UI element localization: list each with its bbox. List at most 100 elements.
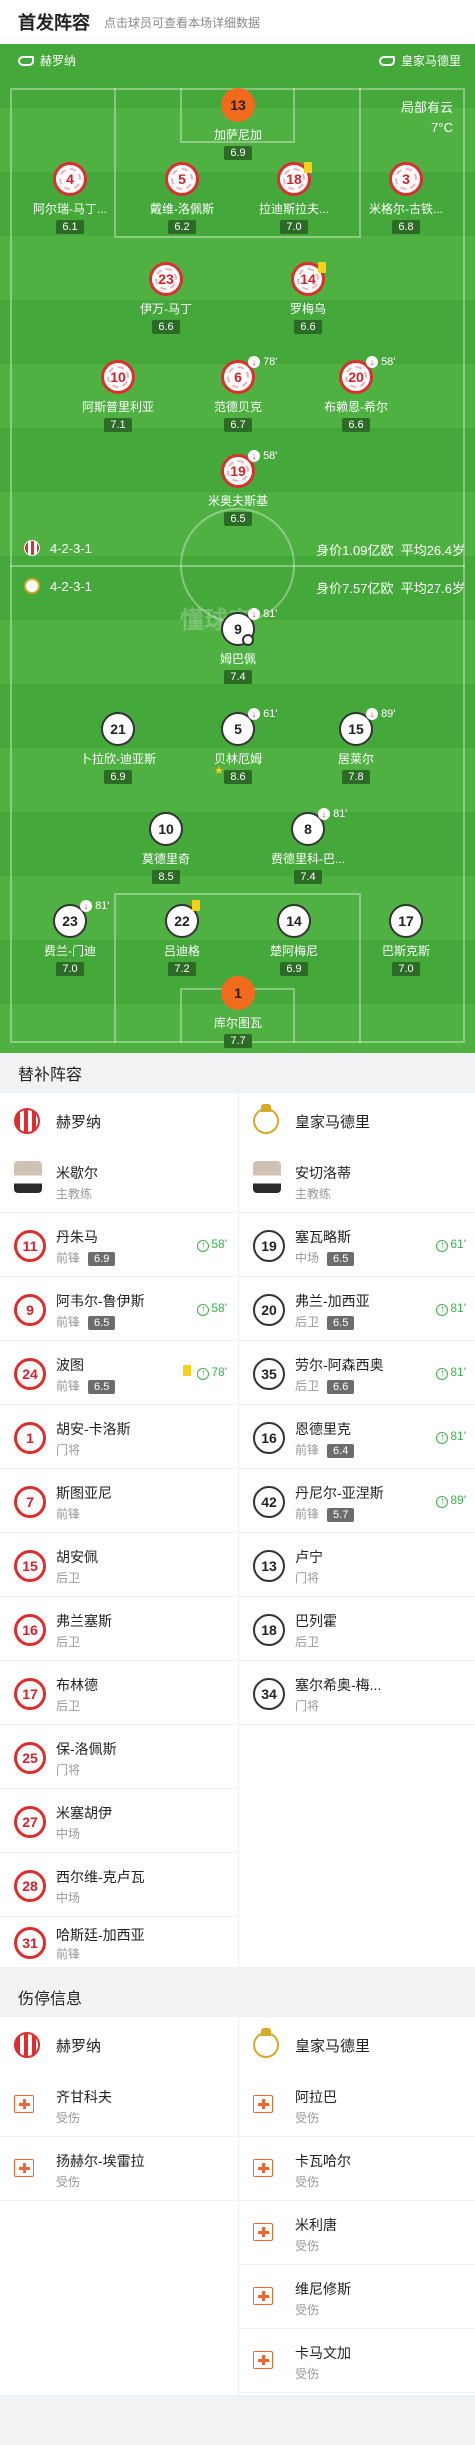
sub-row[interactable]: 16 恩德里克 前锋 6.4 ↑ 81': [239, 1405, 475, 1469]
player-home-6[interactable]: 6 范德贝克 6.7: [186, 360, 290, 433]
girona-logo-icon: [14, 2032, 40, 2058]
injury-row[interactable]: 扬赫尔-埃雷拉 受伤: [0, 2137, 237, 2201]
player-home-14[interactable]: 14 罗梅乌 6.6: [256, 262, 360, 335]
sub-off-badge: ↓ 81': [248, 608, 277, 620]
subs-away-column: 皇家马德里 安切洛蒂 主教练 19 塞瓦略斯 中场 6.5 ↑ 61' 20 弗兰-加西亚 后卫…: [238, 1093, 475, 1967]
avatar: [14, 1161, 42, 1193]
sub-row[interactable]: 20 弗兰-加西亚 后卫 6.5 ↑ 81': [239, 1277, 475, 1341]
weather-temp: 7°C: [431, 120, 453, 135]
jersey-icon: 3: [389, 162, 423, 196]
weather-info: 局部有云 7°C: [401, 98, 453, 138]
player-away-21[interactable]: 21 卜拉欣-迪亚斯 6.9: [66, 712, 170, 785]
home-coach[interactable]: 米歇尔 主教练: [0, 1149, 237, 1213]
player-home-4[interactable]: 4 阿尔瑞-马丁... 6.1: [18, 162, 122, 235]
sub-row[interactable]: 42 丹尼尔-亚涅斯 前锋 5.7 ↑ 89': [239, 1469, 475, 1533]
player-home-10[interactable]: 10 阿斯普里利亚 7.1: [66, 360, 170, 433]
player-away-22[interactable]: 22 吕迪格 7.2: [130, 904, 234, 977]
sub-row[interactable]: 19 塞瓦略斯 中场 6.5 ↑ 61': [239, 1213, 475, 1277]
player-home-3[interactable]: 3 米格尔-古铁... 6.8: [354, 162, 458, 235]
sub-row[interactable]: 16 弗兰塞斯 后卫: [0, 1597, 237, 1661]
sub-row[interactable]: 15 胡安佩 后卫: [0, 1533, 237, 1597]
whistle-icon: [18, 55, 34, 66]
sub-row[interactable]: 18 巴列霍 后卫: [239, 1597, 475, 1661]
sub-row[interactable]: 24 波图 前锋 6.5 ↑ 78': [0, 1341, 237, 1405]
home-formation-info: 身价1.09亿欧 平均26.4岁: [316, 543, 465, 558]
sub-row[interactable]: 11 丹朱马 前锋 6.9 ↑ 58': [0, 1213, 237, 1277]
player-away-17[interactable]: 17 巴斯克斯 7.0: [354, 904, 458, 977]
subs-home-team: 赫罗纳: [0, 1093, 237, 1149]
sub-row[interactable]: 31 哈斯廷-加西亚 前锋: [0, 1917, 237, 1967]
sub-off-badge: ↓ 89': [366, 708, 395, 720]
girona-badge-icon: [24, 540, 40, 556]
injury-row[interactable]: 维尼修斯 受伤: [239, 2265, 475, 2329]
home-formation: 4-2-3-1: [24, 540, 92, 556]
player-away-23[interactable]: 23 费兰-门迪 7.0: [18, 904, 122, 977]
injuries-away-column: 皇家马德里 阿拉巴 受伤 卡瓦哈尔 受伤 米利唐 受伤 维尼修斯 受伤 卡马文加 受伤: [238, 2017, 475, 2395]
subs-away-team: 皇家马德里: [239, 1093, 475, 1149]
jersey-icon: 14: [277, 904, 311, 938]
avatar: [253, 1161, 281, 1193]
sub-row[interactable]: 27 米塞胡伊 中场: [0, 1789, 237, 1853]
real-madrid-logo-icon: [253, 1104, 279, 1134]
sub-row[interactable]: 17 布林德 后卫: [0, 1661, 237, 1725]
sub-in-icon: ↑: [436, 1240, 449, 1252]
injuries-home-team: 赫罗纳: [0, 2017, 237, 2073]
player-home-19[interactable]: 19 米奥夫斯基 6.5: [186, 454, 290, 527]
sub-off-badge: ↓ 61': [248, 708, 277, 720]
player-away-8[interactable]: 8 费德里科-巴... 7.4: [256, 812, 360, 885]
sub-row[interactable]: 34 塞尔希奥-梅... 门将: [239, 1661, 475, 1725]
player-away-15[interactable]: 15 居莱尔 7.8: [304, 712, 408, 785]
injury-row[interactable]: 阿拉巴 受伤: [239, 2073, 475, 2137]
sub-off-badge: ↓ 81': [318, 808, 347, 820]
subs-home-column: 赫罗纳 米歇尔 主教练 11 丹朱马 前锋 6.9 ↑ 58' 9 阿韦尔-鲁伊斯 前锋 6.5 ↑…: [0, 1093, 237, 1967]
injury-row[interactable]: 卡马文加 受伤: [239, 2329, 475, 2393]
sub-row[interactable]: 1 胡安-卡洛斯 门将: [0, 1405, 237, 1469]
sub-row[interactable]: 7 斯图亚尼 前锋: [0, 1469, 237, 1533]
yellow-card-icon: [304, 162, 312, 176]
sub-row[interactable]: 9 阿韦尔-鲁伊斯 前锋 6.5 ↑ 58': [0, 1277, 237, 1341]
sub-in-icon: ↑: [197, 1368, 210, 1380]
lineup-title: 首发阵容: [18, 13, 90, 33]
injury-icon: [253, 2287, 273, 2305]
sub-row[interactable]: 35 劳尔-阿森西奥 后卫 6.6 ↑ 81': [239, 1341, 475, 1405]
player-away-10[interactable]: 10 莫德里奇 8.5: [114, 812, 218, 885]
injury-icon: [253, 2159, 273, 2177]
yellow-card-icon: [183, 1365, 192, 1376]
real-madrid-badge-icon: [24, 578, 40, 594]
injury-row[interactable]: 卡瓦哈尔 受伤: [239, 2137, 475, 2201]
jersey-icon: 5: [165, 162, 199, 196]
injury-row[interactable]: 米利唐 受伤: [239, 2201, 475, 2265]
player-away-14[interactable]: 14 楚阿梅尼 6.9: [242, 904, 346, 977]
player-home-13[interactable]: 13 加萨尼加 6.9: [186, 88, 290, 161]
away-formation: 4-2-3-1: [24, 578, 92, 594]
sub-off-badge: ↓ 81': [80, 900, 109, 912]
injuries-title: 伤停信息: [0, 1977, 475, 2017]
player-home-23[interactable]: 23 伊万-马丁 6.6: [114, 262, 218, 335]
player-home-18[interactable]: 18 拉迪斯拉夫... 7.0: [242, 162, 346, 235]
jersey-icon: 10: [149, 812, 183, 846]
yellow-card-icon: [318, 262, 326, 276]
injury-icon: [14, 2159, 34, 2177]
player-away-1[interactable]: 1 库尔图瓦 7.7: [186, 976, 290, 1049]
sub-off-badge: ↓ 58': [366, 356, 395, 368]
yellow-card-icon: [192, 900, 200, 914]
sub-off-badge: ↓ 58': [248, 450, 277, 462]
girona-logo-icon: [14, 1108, 40, 1134]
jersey-icon: 17: [389, 904, 423, 938]
injuries-list: 赫罗纳 齐甘科夫 受伤 扬赫尔-埃雷拉 受伤 皇家马德里 阿拉巴 受伤 卡瓦哈尔 受伤 …: [0, 2017, 475, 2395]
lineup-hint: 点击球员可查看本场详细数据: [104, 15, 261, 30]
sub-row[interactable]: 13 卢宁 门将: [239, 1533, 475, 1597]
player-away-9[interactable]: 9 姆巴佩 7.4: [186, 612, 290, 685]
injury-icon: [14, 2095, 34, 2113]
player-home-5[interactable]: 5 戴维-洛佩斯 6.2: [130, 162, 234, 235]
sub-in-icon: ↑: [436, 1368, 449, 1380]
player-home-20[interactable]: 20 布赖恩-希尔 6.6: [304, 360, 408, 433]
sub-in-icon: ↑: [436, 1496, 449, 1508]
sub-row[interactable]: 25 保-洛佩斯 门将: [0, 1725, 237, 1789]
injury-icon: [253, 2351, 273, 2369]
away-coach[interactable]: 安切洛蒂 主教练: [239, 1149, 475, 1213]
player-away-5[interactable]: 5 贝林厄姆 8.6: [186, 712, 290, 785]
injury-row[interactable]: 齐甘科夫 受伤: [0, 2073, 237, 2137]
home-team-label: 赫罗纳: [18, 52, 76, 69]
sub-row[interactable]: 28 西尔维-克卢瓦 中场: [0, 1853, 237, 1917]
